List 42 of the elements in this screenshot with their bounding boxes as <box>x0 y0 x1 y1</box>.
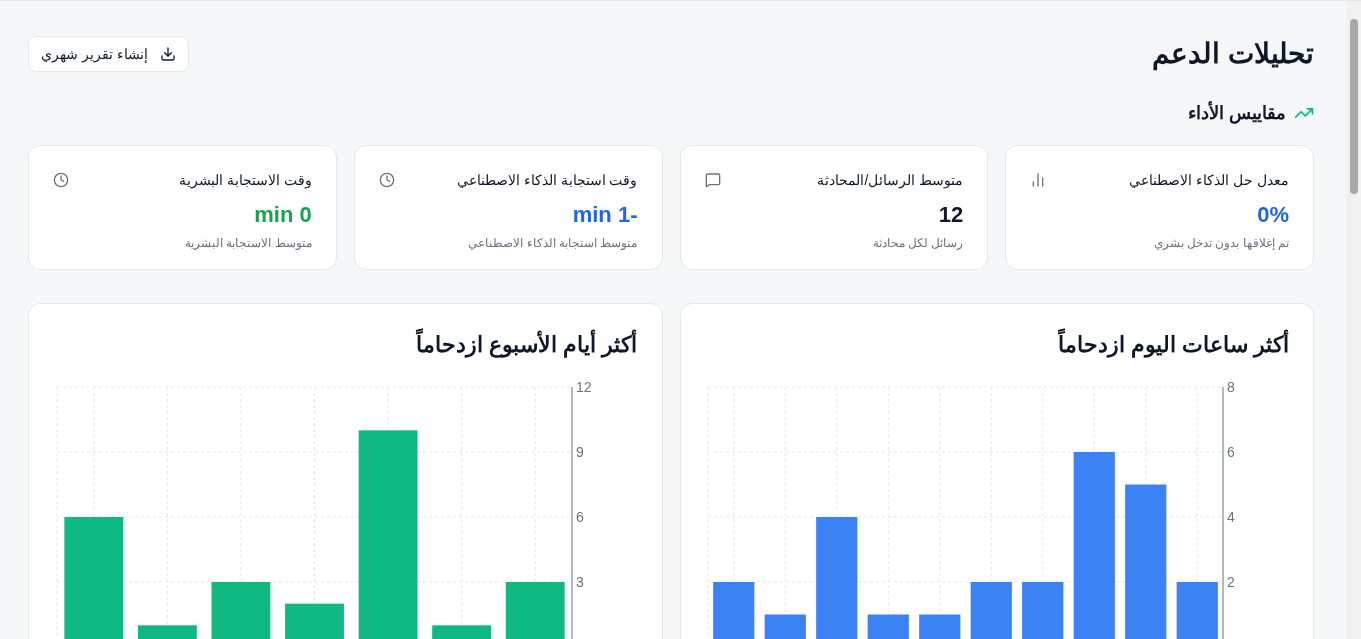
report-button[interactable]: إنشاء تقرير شهري <box>28 36 189 72</box>
chart-title: أكثر ساعات اليوم ازدحاماً <box>704 328 1289 361</box>
page-title: تحليلات الدعم <box>1152 37 1314 73</box>
chart-bar <box>505 582 565 639</box>
axis-tick-label: 4 <box>1227 509 1235 525</box>
metric-value: -1 min <box>571 201 638 229</box>
axis-tick-label: 9 <box>575 444 584 460</box>
chart-bar <box>919 614 961 639</box>
axis-tick-label: 12 <box>575 379 592 395</box>
metric-title: وقت استجابة الذكاء الاصطناعي <box>456 171 638 190</box>
download-icon <box>159 46 176 62</box>
metric-caption: متوسط الاستجابة البشرية <box>184 235 312 251</box>
axis-tick-label: 3 <box>575 574 584 590</box>
metric-caption: متوسط استجابة الذكاء الاصطناعي <box>467 235 638 251</box>
axis-tick-label: 8 <box>1227 379 1235 395</box>
chart-bar <box>137 625 197 639</box>
metric-title: وقت الاستجابة البشرية <box>178 171 312 190</box>
metric-value: 12 <box>937 201 964 229</box>
scrollbar[interactable] <box>1346 1 1361 639</box>
chart-bar <box>431 625 491 639</box>
chart-bar <box>970 582 1012 639</box>
chart-bar <box>1022 582 1064 639</box>
chart-bar <box>867 614 909 639</box>
chart-bar <box>284 603 344 639</box>
metric-caption: تم إغلاقها بدون تدخل بشري <box>1152 235 1289 251</box>
clock-icon <box>378 172 395 188</box>
metric-title: متوسط الرسائل/المحادثة <box>817 171 964 190</box>
speech-bubble-icon <box>704 172 721 188</box>
axis-tick-label: 6 <box>1227 444 1235 460</box>
clock-icon <box>53 172 69 188</box>
metric-value: 0 min <box>253 201 312 229</box>
chart-bar <box>211 582 270 639</box>
metric-value: 0% <box>1256 201 1289 229</box>
metric-caption: رسائل لكل محادثة <box>871 235 964 251</box>
chart-title: أكثر أيام الأسبوع ازدحاماً <box>53 328 638 361</box>
chart-bar <box>1176 582 1218 639</box>
chart-bar <box>764 614 806 639</box>
metric-title: معدل حل الذكاء الاصطناعي <box>1129 171 1289 190</box>
section-title: مقاييس الأداء <box>1188 100 1286 126</box>
chart-bar <box>713 582 755 639</box>
axis-tick-label: 2 <box>1227 574 1235 590</box>
axis-tick-label: 6 <box>575 509 584 525</box>
